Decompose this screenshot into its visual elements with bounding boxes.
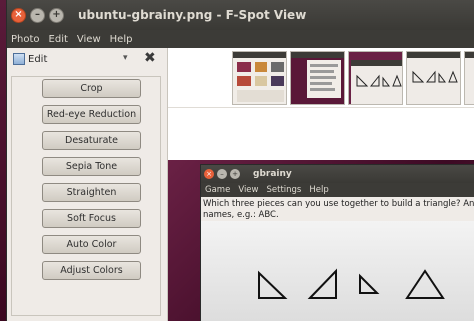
maximize-icon: +: [230, 169, 240, 179]
close-window-button[interactable]: ×: [11, 7, 26, 23]
question-line-2: names, e.g.: ABC.: [203, 210, 279, 220]
triangle-piece: [405, 269, 445, 299]
thumbnail[interactable]: [406, 51, 461, 105]
gbrainy-title: gbrainy: [253, 169, 292, 179]
gbrainy-menu-settings: Settings: [266, 185, 302, 195]
maximize-window-button[interactable]: +: [49, 7, 64, 23]
menu-edit[interactable]: Edit: [49, 34, 68, 45]
crop-button[interactable]: Crop: [42, 79, 141, 98]
triangle-piece: [307, 268, 337, 299]
gbrainy-maximize-glyph: +: [232, 169, 238, 178]
screen: × – + ubuntu-gbrainy.png - F-Spot View P…: [0, 0, 474, 321]
thumbnail[interactable]: [290, 51, 345, 105]
gbrainy-question: Which three pieces can you use together …: [201, 197, 474, 221]
gbrainy-menu-game: Game: [205, 185, 231, 195]
close-icon: ×: [204, 169, 214, 179]
minimize-window-button[interactable]: –: [30, 7, 45, 23]
thumbnail-strip[interactable]: [168, 48, 474, 108]
minimize-icon: –: [217, 169, 227, 179]
menubar: Photo Edit View Help: [7, 30, 474, 48]
thumbnail[interactable]: [232, 51, 287, 105]
close-icon: ×: [14, 9, 23, 20]
gbrainy-minimize-glyph: –: [220, 169, 224, 178]
edit-panel-icon: [13, 53, 25, 65]
soft-focus-button[interactable]: Soft Focus: [42, 209, 141, 228]
fspot-window: × – + ubuntu-gbrainy.png - F-Spot View P…: [6, 0, 474, 321]
sepia-tone-button[interactable]: Sepia Tone: [42, 157, 141, 176]
red-eye-reduction-button[interactable]: Red-eye Reduction: [42, 105, 141, 124]
triangle-pieces: [258, 268, 445, 299]
menu-photo[interactable]: Photo: [11, 34, 40, 45]
menu-help[interactable]: Help: [110, 34, 133, 45]
edit-sidebar: Edit ▾ ✖ Crop Red-eye Reduction Desatura…: [7, 48, 168, 321]
thumbnail[interactable]: [464, 51, 474, 105]
gbrainy-titlebar: × – + gbrainy: [201, 165, 474, 183]
maximize-icon: +: [52, 9, 61, 20]
edit-actions-list: Crop Red-eye Reduction Desaturate Sepia …: [11, 76, 161, 316]
adjust-colors-button[interactable]: Adjust Colors: [42, 261, 141, 280]
question-line-1: Which three pieces can you use together …: [203, 199, 474, 209]
chevron-down-icon[interactable]: ▾: [123, 53, 128, 63]
photo-viewer[interactable]: × – + gbrainy Game View Settings Help Wh…: [168, 160, 474, 321]
desaturate-button[interactable]: Desaturate: [42, 131, 141, 150]
edit-panel-header: Edit ▾ ✖: [7, 48, 167, 70]
gbrainy-close-glyph: ×: [206, 169, 212, 178]
photo-content-area: × – + gbrainy Game View Settings Help Wh…: [168, 48, 474, 321]
gbrainy-menu-view: View: [238, 185, 259, 195]
close-icon[interactable]: ✖: [144, 50, 156, 66]
thumbnail[interactable]: [348, 51, 403, 105]
puzzle-canvas: [201, 221, 474, 321]
window-titlebar[interactable]: × – + ubuntu-gbrainy.png - F-Spot View: [7, 0, 474, 30]
triangle-piece: [359, 273, 380, 294]
triangle-piece: [258, 270, 288, 299]
edit-panel-title: Edit: [28, 53, 48, 65]
gbrainy-menu-help: Help: [309, 185, 329, 195]
straighten-button[interactable]: Straighten: [42, 183, 141, 202]
auto-color-button[interactable]: Auto Color: [42, 235, 141, 254]
menu-view[interactable]: View: [77, 34, 101, 45]
gbrainy-menubar: Game View Settings Help: [201, 183, 474, 197]
minimize-icon: –: [35, 9, 40, 20]
gbrainy-window: × – + gbrainy Game View Settings Help Wh…: [200, 164, 474, 321]
window-title: ubuntu-gbrainy.png - F-Spot View: [78, 8, 307, 22]
